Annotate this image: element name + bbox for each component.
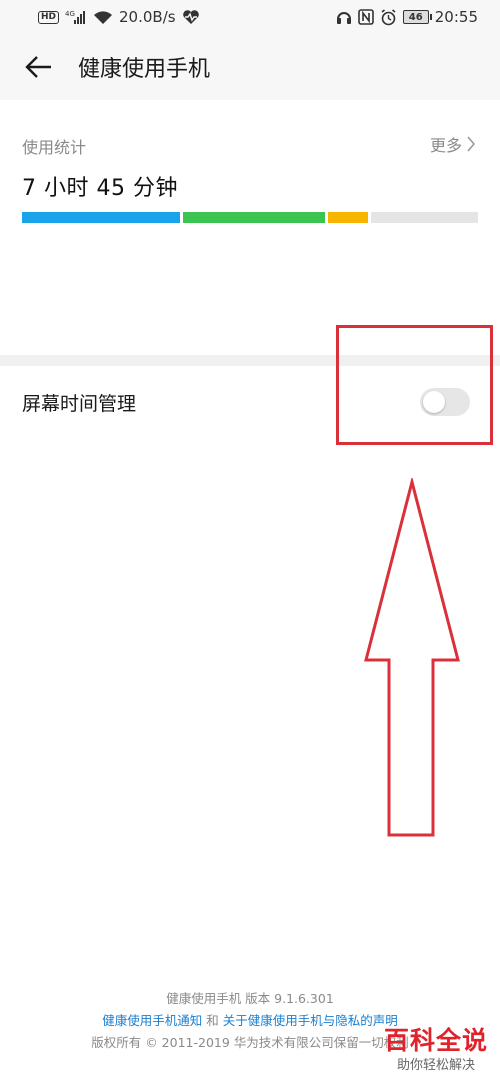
network-type: 4G (65, 10, 75, 18)
alarm-icon (380, 8, 397, 26)
clock: 20:55 (434, 8, 478, 26)
status-bar: HD 4G 20.0B/s 46 20:55 (0, 0, 500, 34)
more-link[interactable]: 更多 (430, 132, 476, 156)
battery-icon: 46 (402, 10, 432, 24)
usage-label: 使用统计 (22, 138, 87, 157)
heart-rate-icon (182, 9, 200, 25)
arrow-left-icon (25, 56, 51, 78)
version-line: 健康使用手机 版本 9.1.6.301 (166, 991, 334, 1006)
usage-bar-segment (371, 212, 478, 223)
notice-link[interactable]: 健康使用手机通知 (102, 1013, 202, 1028)
page-title: 健康使用手机 (78, 57, 211, 82)
network-speed: 20.0B/s (119, 8, 176, 26)
usage-bar-segment (183, 212, 325, 223)
and-text: 和 (206, 1013, 219, 1028)
annotation-highlight-box (336, 325, 493, 445)
hd-badge: HD (38, 10, 60, 24)
more-label: 更多 (429, 136, 462, 155)
signal-icon: 4G (65, 10, 87, 24)
status-left: HD 4G 20.0B/s (38, 8, 200, 26)
watermark-title: 百科全说 (383, 1026, 488, 1055)
watermark: 百科全说 助你轻松解决 (384, 1026, 488, 1074)
annotation-arrow-icon (364, 478, 460, 837)
watermark-subtitle: 助你轻松解决 (396, 1058, 475, 1073)
usage-bar-segment (22, 212, 180, 223)
usage-total-time: 7 小时 45 分钟 (22, 176, 178, 201)
usage-card[interactable]: 使用统计 更多 7 小时 45 分钟 (0, 100, 500, 355)
screen-time-label: 屏幕时间管理 (22, 392, 137, 415)
app-bar: 健康使用手机 (0, 34, 500, 100)
headphones-icon (336, 9, 352, 25)
chevron-right-icon (467, 136, 476, 152)
wifi-icon (93, 10, 113, 25)
status-right: 46 20:55 (336, 8, 478, 26)
nfc-icon (357, 9, 374, 25)
usage-bar-segment (328, 212, 368, 223)
usage-bar (22, 212, 478, 223)
privacy-link[interactable]: 关于健康使用手机与隐私的声明 (223, 1013, 398, 1028)
back-button[interactable] (4, 34, 74, 100)
